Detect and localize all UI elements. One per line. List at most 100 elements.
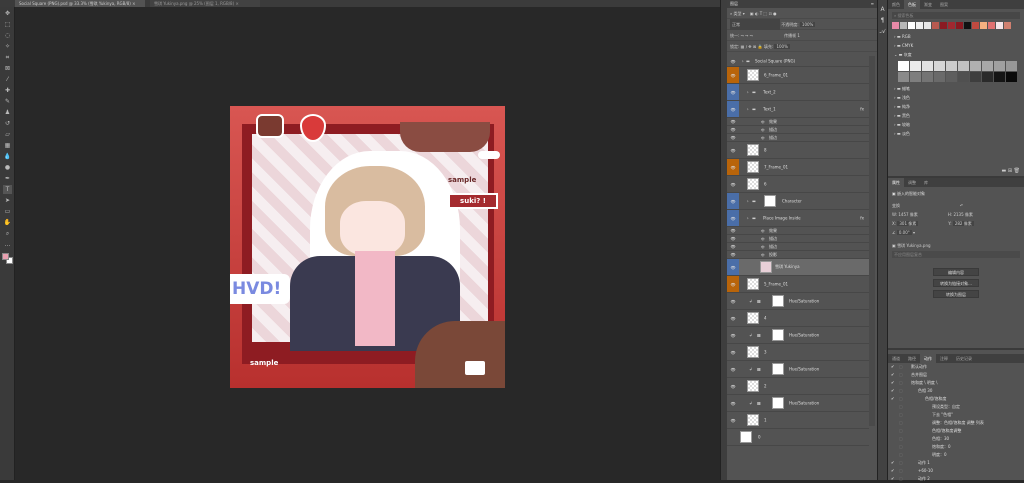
visibility-eye-icon[interactable]: 👁 <box>727 67 739 83</box>
gray-swatch[interactable] <box>946 61 957 71</box>
dialog-toggle-icon[interactable]: ▢ <box>899 435 907 443</box>
layer-row[interactable]: 👁 👁 描边 <box>727 243 869 251</box>
color-swatch[interactable] <box>956 22 963 29</box>
gray-swatch[interactable] <box>934 72 945 82</box>
color-swatch[interactable] <box>900 22 907 29</box>
layer-row[interactable]: 👁 4 <box>727 310 869 327</box>
visibility-eye-icon[interactable]: 👁 <box>727 251 739 258</box>
visibility-eye-icon[interactable]: 👁 <box>727 235 739 242</box>
layer-row[interactable]: 👁 👁 描边 <box>727 235 869 243</box>
action-item[interactable]: ▢ 调整：色相/饱和度 调整 列表 <box>888 419 1024 427</box>
visibility-eye-icon[interactable]: 👁 <box>727 361 739 377</box>
unify-icons[interactable]: ⤳ ⤳ ⤳ <box>741 33 753 38</box>
dialog-toggle-icon[interactable]: ▢ <box>899 395 907 403</box>
check-icon[interactable]: ✔ <box>891 467 899 475</box>
dialog-toggle-icon[interactable]: ▢ <box>899 427 907 435</box>
layer-thumbnail[interactable] <box>747 69 759 81</box>
pen-tool-icon[interactable]: ✒ <box>3 174 12 183</box>
layer-thumbnail[interactable] <box>740 431 752 443</box>
color-swatch[interactable] <box>892 22 899 29</box>
color-swatch[interactable] <box>948 22 955 29</box>
gray-swatch[interactable] <box>958 61 969 71</box>
frame-tool-icon[interactable]: ⊠ <box>3 64 12 73</box>
layer-row[interactable]: 👁 › ▬ Character <box>727 193 869 210</box>
layer-thumbnail[interactable] <box>747 380 759 392</box>
effect-eye-icon[interactable]: 👁 <box>761 128 765 132</box>
effect-eye-icon[interactable]: 👁 <box>761 245 765 249</box>
action-item[interactable]: ✔ ▢ 色相/饱和度 <box>888 395 1024 403</box>
layer-row[interactable]: 👁 ↲ ▦ Hue/Saturation <box>727 327 869 344</box>
filter-kind-select[interactable]: 类型 <box>734 11 742 16</box>
visibility-eye-icon[interactable]: 👁 <box>727 227 739 234</box>
dialog-toggle-icon[interactable]: ▢ <box>899 387 907 395</box>
swatch-folder[interactable]: › ▬ 纯净 <box>888 102 1024 111</box>
tab-social-square[interactable]: Social Square (PNG).psd @ 33.3% (雪琪 Yuki… <box>15 0 145 7</box>
adjustment-mask-thumbnail[interactable] <box>772 397 784 409</box>
expand-chevron-icon[interactable]: › <box>747 199 749 204</box>
layer-thumbnail[interactable] <box>747 178 759 190</box>
visibility-eye-icon[interactable]: 👁 <box>727 84 739 100</box>
crop-tool-icon[interactable]: ⌗ <box>3 53 12 62</box>
visibility-eye-icon[interactable]: 👁 <box>727 378 739 394</box>
canvas-area[interactable]: sample suki? ! HVD! sample <box>15 7 720 480</box>
layer-thumbnail[interactable] <box>760 261 772 273</box>
layer-thumbnail[interactable] <box>747 346 759 358</box>
color-swatch[interactable] <box>916 22 923 29</box>
path-select-icon[interactable]: ➤ <box>3 196 12 205</box>
tab-yukinya[interactable]: 雪琪 Yukinya.png @ 25% (图层 1, RGB/8) × <box>150 0 260 7</box>
tab-1[interactable]: 路径 <box>904 354 920 363</box>
expand-chevron-icon[interactable]: › <box>747 107 749 112</box>
blur-tool-icon[interactable]: 💧 <box>3 152 12 161</box>
visibility-eye-icon[interactable]: 👁 <box>727 176 739 192</box>
check-icon[interactable]: ✔ <box>891 395 899 403</box>
adjustment-mask-thumbnail[interactable] <box>772 295 784 307</box>
propagate-frame-checkbox[interactable]: 传播帧 1 <box>784 33 800 38</box>
more-tools-icon[interactable]: … <box>3 240 12 249</box>
action-item[interactable]: ✔ ▢ 饱和度 \ 明度 \ <box>888 379 1024 387</box>
visibility-eye-icon[interactable]: 👁 <box>727 344 739 360</box>
layer-row[interactable]: 👁 8 <box>727 142 869 159</box>
layer-row[interactable]: 👁 ↲ ▦ Hue/Saturation <box>727 361 869 378</box>
action-item[interactable]: ✔ ▢ 动作 2 <box>888 475 1024 483</box>
visibility-eye-icon[interactable]: 👁 <box>727 193 739 209</box>
action-item[interactable]: ▢ 饱和度：0 <box>888 443 1024 451</box>
visibility-eye-icon[interactable]: 👁 <box>727 243 739 250</box>
visibility-eye-icon[interactable]: 👁 <box>727 276 739 292</box>
swatch-folder[interactable]: ⌄ ▬ 灰度 <box>888 50 1024 59</box>
tab-2[interactable]: 动作 <box>920 354 936 363</box>
swatch-folder[interactable]: › ▬ RGB <box>888 32 1024 41</box>
layer-row[interactable]: 👁 › ▬ Social Square (PNG) <box>727 56 869 67</box>
layer-row[interactable]: 👁 👁 描边 <box>727 126 869 134</box>
foreground-color[interactable] <box>2 253 9 260</box>
layer-row[interactable]: 👁 👁 效果 <box>727 118 869 126</box>
visibility-eye-icon[interactable]: 👁 <box>727 412 739 428</box>
dialog-toggle-icon[interactable]: ▢ <box>899 419 907 427</box>
lasso-tool-icon[interactable]: ◌ <box>3 31 12 40</box>
gray-swatch[interactable] <box>982 72 993 82</box>
effect-eye-icon[interactable]: 👁 <box>761 136 765 140</box>
layer-row[interactable]: 👁 6_Frame_01 <box>727 67 869 84</box>
gray-swatch[interactable] <box>1006 72 1017 82</box>
dialog-toggle-icon[interactable]: ▢ <box>899 459 907 467</box>
layer-row[interactable]: 👁 ↲ ▦ Hue/Saturation <box>727 293 869 310</box>
action-item[interactable]: ▢ 预设类型：自定 <box>888 403 1024 411</box>
check-icon[interactable]: ✔ <box>891 379 899 387</box>
tab-3[interactable]: 图案 <box>936 0 952 9</box>
swatch-folder[interactable]: › ▬ 较暗 <box>888 120 1024 129</box>
layer-row[interactable]: 👁 2 <box>727 378 869 395</box>
angle-input[interactable]: 0.00° <box>896 230 912 235</box>
action-item[interactable]: ✔ ▢ 合并图层 <box>888 371 1024 379</box>
dialog-toggle-icon[interactable]: ▢ <box>899 411 907 419</box>
x-input[interactable]: 301 像素 <box>897 221 919 226</box>
effect-eye-icon[interactable]: 👁 <box>761 253 765 257</box>
check-icon[interactable]: ✔ <box>891 459 899 467</box>
dialog-toggle-icon[interactable]: ▢ <box>899 371 907 379</box>
tab-2[interactable]: 渐变 <box>920 0 936 9</box>
gray-swatch[interactable] <box>910 72 921 82</box>
color-swatch[interactable] <box>988 22 995 29</box>
swatch-footer-icons[interactable]: ▬ ⊞ 🗑 <box>1002 168 1020 174</box>
filter-icons[interactable]: ▣ ◐ T ⬚ ⊡ ● <box>750 11 777 16</box>
layer-row[interactable]: 👁 1 <box>727 412 869 429</box>
mask-thumbnail[interactable] <box>764 195 776 207</box>
panel-divider[interactable] <box>720 0 727 480</box>
